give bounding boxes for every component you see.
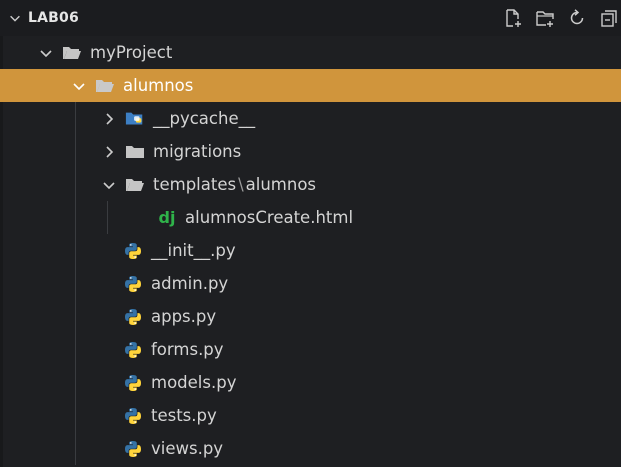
indent-guide: [75, 399, 76, 432]
folder-open-icon: [62, 44, 82, 62]
tree-item-tests-py[interactable]: tests.py: [0, 399, 621, 432]
python-icon: [123, 308, 143, 326]
tree-item-alumnoscreate-html[interactable]: dj alumnosCreate.html: [0, 201, 621, 234]
python-icon: [123, 374, 143, 392]
chevron-down-icon[interactable]: [101, 177, 117, 193]
path-separator: \: [238, 175, 244, 194]
chevron-right-icon[interactable]: [101, 111, 117, 127]
indent-guide: [75, 300, 76, 333]
indent-guide: [107, 201, 108, 234]
python-folder-icon: [125, 110, 145, 128]
tree-item-label: __init__.py: [151, 241, 236, 260]
python-icon: [123, 407, 143, 425]
file-explorer: LAB06 myProject alumnos __pycache__ migr…: [0, 0, 621, 467]
new-file-icon[interactable]: [503, 8, 523, 28]
tree-item-views-py[interactable]: views.py: [0, 432, 621, 465]
tree-item-myproject[interactable]: myProject: [0, 36, 621, 69]
explorer-actions: [503, 0, 621, 36]
python-icon: [123, 440, 143, 458]
tree-item-apps-py[interactable]: apps.py: [0, 300, 621, 333]
folder-open-icon: [95, 77, 115, 95]
explorer-header[interactable]: LAB06: [0, 0, 621, 36]
python-icon: [123, 242, 143, 260]
python-icon: [123, 341, 143, 359]
indent-guide: [75, 267, 76, 300]
chevron-right-icon[interactable]: [101, 144, 117, 160]
tree-item-label: models.py: [151, 373, 237, 392]
tree-item-init-py[interactable]: __init__.py: [0, 234, 621, 267]
tree-item-label: admin.py: [151, 274, 229, 293]
tree-item-admin-py[interactable]: admin.py: [0, 267, 621, 300]
path-segment: alumnos: [245, 175, 317, 194]
indent-guide: [75, 333, 76, 366]
collapse-all-icon[interactable]: [599, 8, 619, 28]
workspace-title: LAB06: [28, 10, 79, 26]
folder-open-icon: [125, 176, 145, 194]
tree-item-label: __pycache__: [153, 109, 256, 128]
tree-item-label: myProject: [90, 43, 173, 62]
django-template-icon: dj: [158, 207, 176, 227]
indent-guide: [75, 201, 76, 234]
tree-item-label: forms.py: [151, 340, 224, 359]
tree-item-label: alumnos: [123, 76, 194, 95]
tree-item-pycache[interactable]: __pycache__: [0, 102, 621, 135]
tree-item-label: views.py: [151, 439, 224, 458]
indent-guide: [75, 135, 76, 168]
chevron-down-icon[interactable]: [71, 78, 87, 94]
tree-item-label: apps.py: [151, 307, 217, 326]
tree-item-models-py[interactable]: models.py: [0, 366, 621, 399]
chevron-down-icon[interactable]: [8, 11, 22, 25]
chevron-down-icon[interactable]: [38, 45, 54, 61]
indent-guide: [75, 102, 76, 135]
indent-guide: [75, 432, 76, 465]
indent-guide: [75, 366, 76, 399]
tree-item-templates[interactable]: templates \ alumnos: [0, 168, 621, 201]
indent-guide: [75, 234, 76, 267]
tree-item-label: migrations: [153, 142, 242, 161]
file-tree: myProject alumnos __pycache__ migrations…: [0, 36, 621, 465]
refresh-icon[interactable]: [567, 8, 587, 28]
path-segment: templates: [153, 175, 237, 194]
tree-item-label: alumnosCreate.html: [185, 208, 354, 227]
tree-item-forms-py[interactable]: forms.py: [0, 333, 621, 366]
new-folder-icon[interactable]: [535, 8, 555, 28]
indent-guide: [75, 168, 76, 201]
python-icon: [123, 275, 143, 293]
tree-item-migrations[interactable]: migrations: [0, 135, 621, 168]
folder-icon: [125, 143, 145, 161]
tree-item-label: tests.py: [151, 406, 217, 425]
tree-item-alumnos[interactable]: alumnos: [0, 69, 621, 102]
tree-item-label: templates \ alumnos: [153, 175, 316, 194]
